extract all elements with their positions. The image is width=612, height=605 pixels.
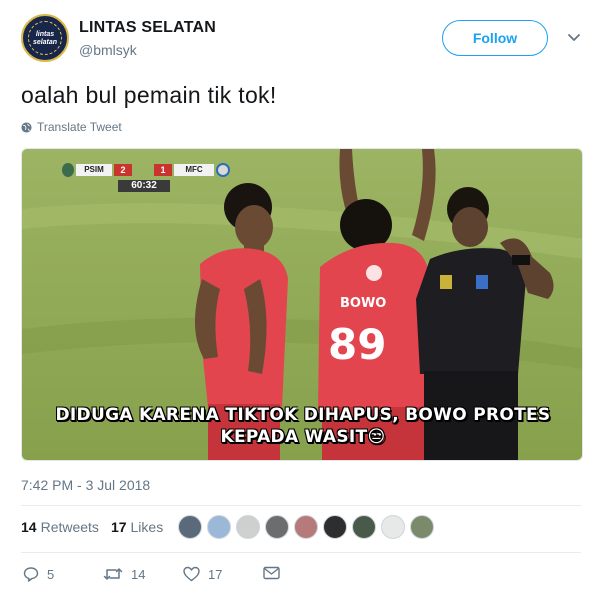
away-team-name: MFC <box>174 164 214 176</box>
translate-label: Translate Tweet <box>37 120 122 134</box>
jersey-name: BOWO <box>340 296 386 311</box>
retweet-icon <box>103 568 123 580</box>
reply-action[interactable]: 5 <box>23 566 54 582</box>
likes-label: Likes <box>130 519 164 535</box>
unamused-face-icon: 😒 <box>367 427 386 447</box>
liker-avatars <box>178 515 439 543</box>
likes-count: 17 <box>110 519 127 535</box>
away-team-crest-icon <box>216 163 230 177</box>
globe-icon <box>21 121 32 133</box>
avatar[interactable]: lintas selatan <box>21 14 69 62</box>
caption-line-2-text: KEPADA WASIT <box>220 427 368 447</box>
divider-top <box>21 505 581 506</box>
liker-avatar[interactable] <box>178 515 202 539</box>
retweets-stat[interactable]: 14 Retweets <box>21 519 99 535</box>
envelope-icon <box>263 566 280 580</box>
home-team-crest-icon <box>62 163 74 177</box>
match-clock: 60:32 <box>118 180 170 192</box>
like-action[interactable]: 17 <box>183 566 222 582</box>
tweet-timestamp[interactable]: 7:42 PM - 3 Jul 2018 <box>21 477 150 493</box>
liker-avatar[interactable] <box>207 515 231 539</box>
liker-avatar[interactable] <box>236 515 260 539</box>
liker-avatar[interactable] <box>265 515 289 539</box>
caption-line-2: KEPADA WASIT😒 <box>22 426 582 448</box>
jersey-number: 89 <box>328 320 386 369</box>
liker-avatar[interactable] <box>294 515 318 539</box>
like-count: 17 <box>208 566 223 582</box>
direct-message-action[interactable] <box>263 566 288 580</box>
likes-stat[interactable]: 17 Likes <box>111 519 163 535</box>
home-score: 2 <box>114 164 132 176</box>
home-team-name: PSIM <box>76 164 112 176</box>
image-caption: DIDUGA KARENA TIKTOK DIHAPUS, BOWO PROTE… <box>22 404 582 448</box>
retweets-label: Retweets <box>40 519 99 535</box>
tweet-actions: 5 14 17 <box>21 566 321 588</box>
reply-count: 5 <box>47 566 55 582</box>
heart-icon <box>183 566 200 582</box>
reply-icon <box>23 567 39 582</box>
tweet-text: oalah bul pemain tik tok! <box>21 82 277 108</box>
user-handle[interactable]: @bmlsyk <box>79 42 137 58</box>
retweet-count: 14 <box>131 566 146 582</box>
retweets-count: 14 <box>21 519 37 535</box>
display-name[interactable]: LINTAS SELATAN <box>79 19 216 37</box>
chevron-down-icon[interactable] <box>567 30 581 44</box>
tweet-stats: 14 Retweets 17 Likes <box>21 519 175 535</box>
divider-bottom <box>21 552 581 553</box>
caption-line-1: DIDUGA KARENA TIKTOK DIHAPUS, BOWO PROTE… <box>55 405 551 425</box>
liker-avatar[interactable] <box>381 515 405 539</box>
away-score: 1 <box>154 164 172 176</box>
avatar-logo-text: lintas selatan <box>32 31 58 46</box>
scoreboard: PSIM 2 1 MFC 60:32 <box>62 162 232 192</box>
follow-button[interactable]: Follow <box>442 20 548 56</box>
tweet-header: lintas selatan LINTAS SELATAN @bmlsyk Fo… <box>21 14 591 64</box>
retweet-action[interactable]: 14 <box>103 566 145 582</box>
liker-avatar[interactable] <box>352 515 376 539</box>
translate-tweet-link[interactable]: Translate Tweet <box>21 120 122 134</box>
liker-avatar[interactable] <box>323 515 347 539</box>
tweet-media-image[interactable]: BOWO 89 PSIM 2 1 MFC 60:32 DIDUGA KARENA <box>21 148 583 461</box>
liker-avatar[interactable] <box>410 515 434 539</box>
